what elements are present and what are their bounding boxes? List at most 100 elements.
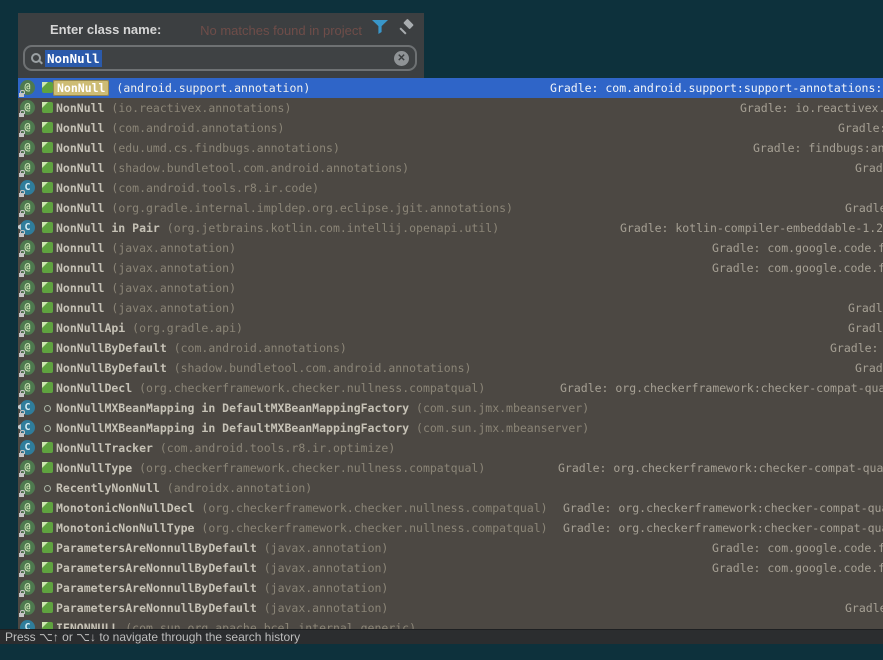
class-name: NonNullByDefault: [56, 341, 167, 355]
result-text: ParametersAreNonnullByDefault (javax.ann…: [56, 538, 388, 558]
result-text: NonNull (shadow.bundletool.com.android.a…: [56, 158, 409, 178]
result-row[interactable]: NonNullByDefault (shadow.bundletool.com.…: [18, 358, 883, 378]
dot-icon: [44, 405, 51, 412]
gradle-coordinates: Gradle: findbugs:an: [753, 138, 883, 158]
filter-icon[interactable]: [372, 20, 388, 34]
package-name: (com.android.annotations): [104, 121, 284, 135]
lock-badge-icon: [19, 533, 24, 537]
annotation-icon: [20, 140, 35, 155]
gradle-coordinates: Gradle:: [838, 118, 883, 138]
result-text: IFNONNULL (com.sun.org.apache.bcel.inter…: [56, 618, 416, 629]
result-row[interactable]: ParametersAreNonnullByDefault (javax.ann…: [18, 598, 883, 618]
result-row[interactable]: ParametersAreNonnullByDefault (javax.ann…: [18, 578, 883, 598]
package-name: (com.android.annotations): [167, 341, 347, 355]
result-row[interactable]: IFNONNULL (com.sun.org.apache.bcel.inter…: [18, 618, 883, 629]
result-row[interactable]: NonNullMXBeanMapping in DefaultMXBeanMap…: [18, 418, 883, 438]
gradle-coordinates: Gradle: com.google.code.f: [712, 558, 883, 578]
result-row[interactable]: NonNull (org.gradle.internal.impldep.org…: [18, 198, 883, 218]
result-row[interactable]: NonNullMXBeanMapping in DefaultMXBeanMap…: [18, 398, 883, 418]
class-icon: [20, 400, 35, 415]
result-row[interactable]: NonNull (com.android.tools.r8.ir.code): [18, 178, 883, 198]
class-name: MonotonicNonNullDecl: [56, 501, 194, 515]
result-row[interactable]: NonNullDecl (org.checkerframework.checke…: [18, 378, 883, 398]
search-input-selection: NonNull: [45, 50, 102, 67]
result-row[interactable]: NonNullByDefault (com.android.annotation…: [18, 338, 883, 358]
package-name: (android.support.annotation): [109, 81, 310, 95]
annotation-icon: [20, 520, 35, 535]
package-name: (org.gradle.internal.impldep.org.eclipse…: [104, 201, 513, 215]
class-name: NonNullMXBeanMapping in DefaultMXBeanMap…: [56, 401, 409, 415]
package-name: (org.checkerframework.checker.nullness.c…: [194, 501, 547, 515]
package-name: (javax.annotation): [104, 241, 236, 255]
result-row[interactable]: NonNull in Pair (org.jetbrains.kotlin.co…: [18, 218, 883, 238]
result-row[interactable]: MonotonicNonNullType (org.checkerframewo…: [18, 518, 883, 538]
result-row[interactable]: NonNull (shadow.bundletool.com.android.a…: [18, 158, 883, 178]
library-icon: [42, 582, 53, 593]
result-row[interactable]: NonNullType (org.checkerframework.checke…: [18, 458, 883, 478]
lock-badge-icon: [19, 133, 24, 137]
library-icon: [42, 622, 53, 629]
package-name: (io.reactivex.annotations): [104, 101, 291, 115]
annotation-icon: [20, 580, 35, 595]
package-name: (edu.umd.cs.findbugs.annotations): [104, 141, 339, 155]
result-row[interactable]: ParametersAreNonnullByDefault (javax.ann…: [18, 538, 883, 558]
gradle-coordinates: Gradle: com.google.code.f: [712, 538, 883, 558]
result-row[interactable]: ParametersAreNonnullByDefault (javax.ann…: [18, 558, 883, 578]
annotation-icon: [20, 340, 35, 355]
result-text: NonNullMXBeanMapping in DefaultMXBeanMap…: [56, 398, 589, 418]
result-row[interactable]: NonNullTracker (com.android.tools.r8.ir.…: [18, 438, 883, 458]
result-row[interactable]: NonNull (edu.umd.cs.findbugs.annotations…: [18, 138, 883, 158]
result-text: MonotonicNonNullType (org.checkerframewo…: [56, 518, 548, 538]
result-row[interactable]: MonotonicNonNullDecl (org.checkerframewo…: [18, 498, 883, 518]
result-row[interactable]: NonNull (com.android.annotations) Gradle:: [18, 118, 883, 138]
result-text: MonotonicNonNullDecl (org.checkerframewo…: [56, 498, 548, 518]
package-name: (org.checkerframework.checker.nullness.c…: [194, 521, 547, 535]
result-text: NonNull (edu.umd.cs.findbugs.annotations…: [56, 138, 340, 158]
search-input[interactable]: NonNull ✕: [23, 45, 417, 71]
status-bar-text: Press ⌥↑ or ⌥↓ to navigate through the s…: [5, 630, 300, 644]
lock-badge-icon: [19, 233, 24, 237]
class-icon: [20, 220, 35, 235]
class-name: NonNull in Pair: [56, 221, 160, 235]
package-name: (com.android.tools.r8.ir.code): [104, 181, 319, 195]
library-icon: [42, 182, 53, 193]
lock-badge-icon: [19, 353, 24, 357]
class-name: NonNull: [56, 121, 104, 135]
lock-badge-icon: [19, 473, 24, 477]
gradle-coordinates: Gradle: com.android.support:support-anno…: [550, 78, 882, 98]
clear-icon[interactable]: ✕: [394, 51, 409, 66]
result-row[interactable]: Nonnull (javax.annotation)Gradle: [18, 298, 883, 318]
result-text: Nonnull (javax.annotation): [56, 258, 236, 278]
result-row[interactable]: NonNull (io.reactivex.annotations)Gradle…: [18, 98, 883, 118]
annotation-icon: [20, 100, 35, 115]
library-icon: [42, 102, 53, 113]
gradle-coordinates: Grad: [855, 158, 883, 178]
results-list[interactable]: NonNull (android.support.annotation) Grad…: [18, 78, 883, 629]
annotation-icon: [20, 120, 35, 135]
gradle-coordinates: Grad: [855, 358, 883, 378]
result-row[interactable]: NonNull (android.support.annotation)Grad…: [18, 78, 883, 98]
annotation-icon: [20, 80, 35, 95]
gradle-coordinates: Gradle: [848, 318, 883, 338]
result-row[interactable]: RecentlyNonNull (androidx.annotation): [18, 478, 883, 498]
package-name: (shadow.bundletool.com.android.annotatio…: [104, 161, 409, 175]
result-row[interactable]: NonNullApi (org.gradle.api)Gradle: [18, 318, 883, 338]
result-row[interactable]: Nonnull (javax.annotation): [18, 278, 883, 298]
annotation-icon: [20, 460, 35, 475]
gradle-coordinates: Gradle: [845, 198, 883, 218]
library-icon: [42, 522, 53, 533]
library-icon: [42, 142, 53, 153]
package-name: (org.checkerframework.checker.nullness.c…: [132, 381, 485, 395]
pin-icon[interactable]: [398, 19, 414, 35]
library-icon: [42, 342, 53, 353]
package-name: (javax.annotation): [104, 281, 236, 295]
status-bar: Press ⌥↑ or ⌥↓ to navigate through the s…: [0, 629, 883, 644]
package-name: (com.sun.jmx.mbeanserver): [409, 401, 589, 415]
result-row[interactable]: Nonnull (javax.annotation)Gradle: com.go…: [18, 258, 883, 278]
class-name: NonNullByDefault: [56, 361, 167, 375]
result-row[interactable]: Nonnull (javax.annotation)Gradle: com.go…: [18, 238, 883, 258]
lock-badge-icon: [19, 113, 24, 117]
gradle-coordinates: Gradle: org.checkerframework:checker-com…: [558, 458, 883, 478]
class-name: ParametersAreNonnullByDefault: [56, 561, 257, 575]
class-name: ParametersAreNonnullByDefault: [56, 601, 257, 615]
